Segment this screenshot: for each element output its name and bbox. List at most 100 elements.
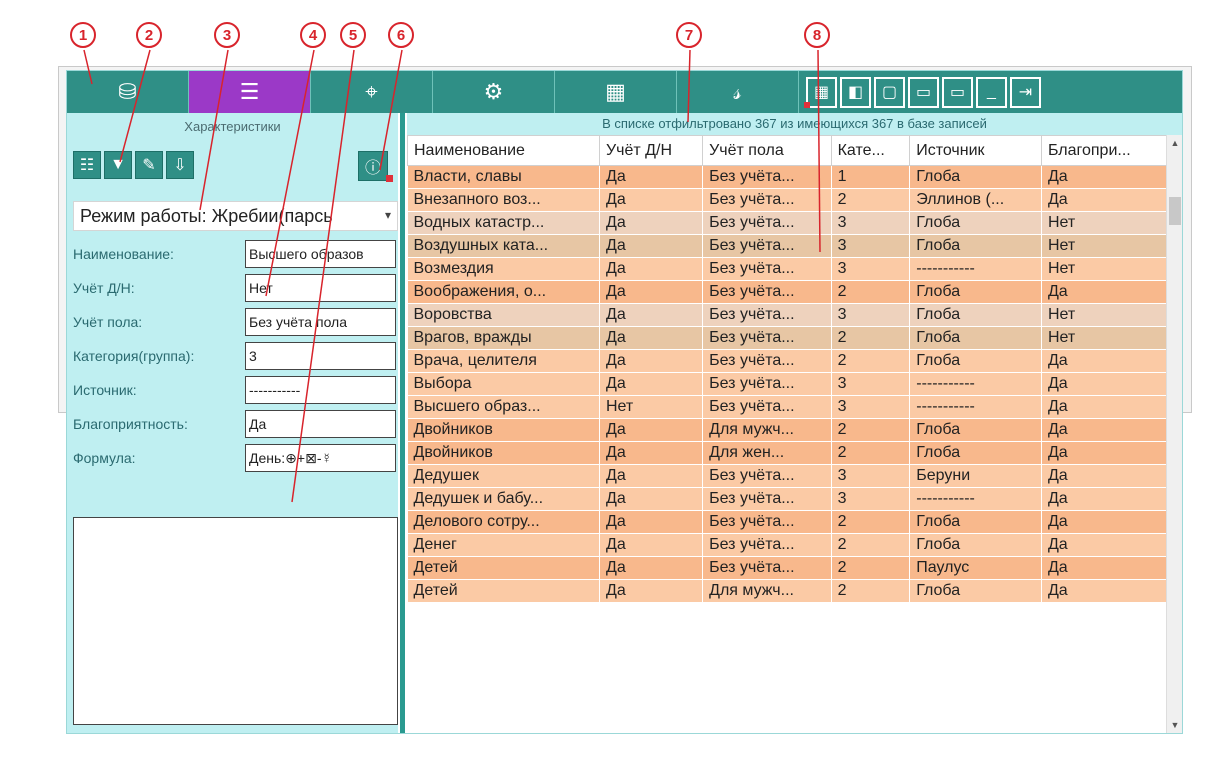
column-header[interactable]: Источник bbox=[909, 135, 1042, 166]
layout-full-icon: ▢ bbox=[881, 84, 898, 101]
table-cell: Глоба bbox=[909, 303, 1042, 327]
table-cell: Без учёта... bbox=[702, 533, 832, 557]
table-cell: 3 bbox=[831, 211, 911, 235]
table-row[interactable]: Делового сотру... Да Без учёта... 2 Глоба Да bbox=[407, 510, 1168, 534]
category-input[interactable]: 3 bbox=[245, 342, 396, 370]
layout-left-icon: ◧ bbox=[847, 84, 864, 101]
field-label: Благоприятность: bbox=[73, 416, 188, 432]
export-button[interactable]: ⇩ bbox=[166, 151, 194, 179]
layout-bottom-button[interactable]: ▭ bbox=[908, 76, 939, 108]
table-row[interactable]: Воображения, о... Да Без учёта... 2 Глоба Да bbox=[407, 280, 1168, 304]
table-row[interactable]: Внезапного воз... Да Без учёта... 2 Эллинов … bbox=[407, 188, 1168, 212]
table-row[interactable]: Дедушек и бабу... Да Без учёта... 3 --------… bbox=[407, 487, 1168, 511]
favorability-input[interactable]: Да bbox=[245, 410, 396, 438]
callout-6: 6 bbox=[388, 22, 414, 48]
script-button[interactable]: 𝓈 bbox=[677, 71, 799, 113]
column-header[interactable]: Учёт пола bbox=[702, 135, 832, 166]
table-row[interactable]: Воздушных ката... Да Без учёта... 3 Глоба Нет bbox=[407, 234, 1168, 258]
scroll-down-icon[interactable]: ▼ bbox=[1167, 717, 1182, 733]
column-header[interactable]: Учёт Д/Н bbox=[598, 135, 704, 166]
records-panel: В списке отфильтровано 367 из имеющихся … bbox=[407, 113, 1182, 733]
scroll-up-icon[interactable]: ▲ bbox=[1167, 135, 1182, 151]
minimize-button[interactable]: _ bbox=[976, 76, 1007, 108]
table-cell: Да bbox=[1041, 349, 1168, 373]
table-row[interactable]: Возмездия Да Без учёта... 3 ----------- Нет bbox=[407, 257, 1168, 281]
calculator-button[interactable]: ▦ bbox=[555, 71, 677, 113]
list-button[interactable]: ☰ bbox=[189, 71, 311, 113]
table-cell: Двойников bbox=[407, 418, 600, 442]
table-row[interactable]: Воровства Да Без учёта... 3 Глоба Нет bbox=[407, 303, 1168, 327]
column-header[interactable]: Кате... bbox=[830, 135, 911, 166]
layout-left-button[interactable]: ◧ bbox=[840, 76, 871, 108]
vertical-scrollbar[interactable]: ▲ ▼ bbox=[1166, 135, 1182, 733]
table-cell: 3 bbox=[831, 257, 911, 281]
table-cell: 3 bbox=[831, 464, 911, 488]
table-row[interactable]: Выбора Да Без учёта... 3 ----------- Да bbox=[407, 372, 1168, 396]
gender-input[interactable]: Без учёта пола bbox=[245, 308, 396, 336]
table-row[interactable]: Водных катастр... Да Без учёта... 3 Глоба Нет bbox=[407, 211, 1168, 235]
panel-splitter[interactable] bbox=[400, 113, 405, 733]
settings-button[interactable]: ⚙ bbox=[433, 71, 555, 113]
table-cell: Да bbox=[599, 533, 704, 557]
table-cell: Да bbox=[1041, 441, 1168, 465]
database-button[interactable]: ⛁ bbox=[67, 71, 189, 113]
table-row[interactable]: Детей Да Без учёта... 2 Паулус Да bbox=[407, 556, 1168, 580]
table-cell: 1 bbox=[831, 165, 911, 189]
table-row[interactable]: Двойников Да Для жен... 2 Глоба Да bbox=[407, 441, 1168, 465]
table-cell: Без учёта... bbox=[702, 326, 832, 350]
table-cell: Для жен... bbox=[702, 441, 832, 465]
source-input[interactable]: ----------- bbox=[245, 376, 396, 404]
layout-top-button[interactable]: ▭ bbox=[942, 76, 973, 108]
field-label: Учёт Д/Н: bbox=[73, 280, 135, 296]
table-cell: Нет bbox=[1041, 257, 1168, 281]
table-cell: Дедушек bbox=[407, 464, 600, 488]
panel-toolbar: ☷ ▼ ✎ ⇩ bbox=[73, 151, 194, 179]
table-row[interactable]: Детей Да Для мужч... 2 Глоба Да bbox=[407, 579, 1168, 603]
exit-button[interactable]: ⇥ bbox=[1010, 76, 1041, 108]
table-row[interactable]: Денег Да Без учёта... 2 Глоба Да bbox=[407, 533, 1168, 557]
layout-full-button[interactable]: ▢ bbox=[874, 76, 905, 108]
window-controls: ▦ ◧ ▢ ▭ ▭ _ ⇥ bbox=[804, 71, 1041, 113]
table-cell: ----------- bbox=[909, 372, 1042, 396]
table-row[interactable]: Врагов, вражды Да Без учёта... 2 Глоба Нет bbox=[407, 326, 1168, 350]
description-area[interactable] bbox=[73, 517, 398, 725]
table-cell: Высшего образ... bbox=[407, 395, 600, 419]
column-header[interactable]: Благопри... bbox=[1040, 135, 1168, 166]
field-category: Категория(группа): 3 bbox=[73, 341, 398, 371]
database-icon: ⛁ bbox=[118, 79, 137, 104]
list-icon: ☰ bbox=[239, 79, 260, 104]
table-row[interactable]: Дедушек Да Без учёта... 3 Беруни Да bbox=[407, 464, 1168, 488]
info-button[interactable]: ⓘ bbox=[358, 151, 393, 182]
table-view-button[interactable]: ☷ bbox=[73, 151, 101, 179]
table-cell: 2 bbox=[831, 510, 911, 534]
table-cell: Без учёта... bbox=[702, 188, 832, 212]
filter-button[interactable]: ▼ bbox=[104, 151, 132, 179]
daynight-input[interactable]: Нет bbox=[245, 274, 396, 302]
field-daynight: Учёт Д/Н: Нет bbox=[73, 273, 398, 303]
field-label: Категория(группа): bbox=[73, 348, 195, 364]
table-cell: 2 bbox=[831, 556, 911, 580]
edit-button[interactable]: ✎ bbox=[135, 151, 163, 179]
marker bbox=[386, 175, 393, 182]
table-cell: Да bbox=[1041, 418, 1168, 442]
field-gender: Учёт пола: Без учёта пола bbox=[73, 307, 398, 337]
grid-view-button[interactable]: ▦ bbox=[804, 76, 837, 108]
table-cell: Эллинов (... bbox=[909, 188, 1042, 212]
mode-select[interactable]: Режим работы: Жребии(парсь ▾ bbox=[73, 201, 398, 231]
table-cell: Глоба bbox=[909, 349, 1042, 373]
table-row[interactable]: Высшего образ... Нет Без учёта... 3 --------… bbox=[407, 395, 1168, 419]
name-input[interactable]: Высшего образов bbox=[245, 240, 396, 268]
column-header[interactable]: Наименование bbox=[407, 135, 600, 166]
crosshair-button[interactable]: ⌖ bbox=[311, 71, 433, 113]
scroll-thumb[interactable] bbox=[1169, 197, 1181, 225]
table-cell: Без учёта... bbox=[702, 257, 832, 281]
export-icon: ⇩ bbox=[173, 157, 187, 174]
table-row[interactable]: Двойников Да Для мужч... 2 Глоба Да bbox=[407, 418, 1168, 442]
table-cell: ----------- bbox=[909, 395, 1042, 419]
table-cell: Да bbox=[599, 257, 704, 281]
field-label: Наименование: bbox=[73, 246, 174, 262]
formula-input[interactable]: День:⊕+⊠-☿ bbox=[245, 444, 396, 472]
table-row[interactable]: Врача, целителя Да Без учёта... 2 Глоба Да bbox=[407, 349, 1168, 373]
table-row[interactable]: Власти, славы Да Без учёта... 1 Глоба Да bbox=[407, 165, 1168, 189]
table-cell: Да bbox=[1041, 395, 1168, 419]
